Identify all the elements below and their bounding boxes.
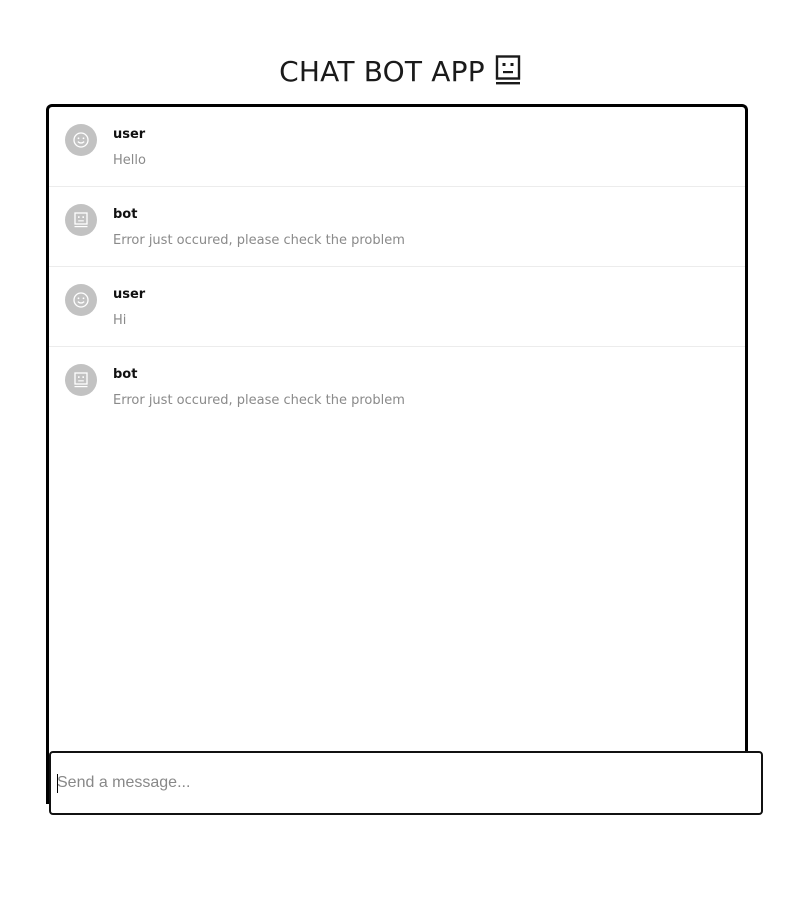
text-cursor — [57, 774, 58, 793]
user-avatar — [65, 124, 97, 156]
chat-bot-page: CHAT BOT APP user Hello bot Error just o… — [0, 0, 800, 900]
message-composer — [49, 751, 763, 815]
message-list: user Hello bot Error just occured, pleas… — [49, 107, 745, 427]
smiley-icon — [73, 292, 89, 308]
message-input[interactable] — [51, 753, 761, 813]
app-title-text: CHAT BOT APP — [279, 54, 485, 88]
message-item: bot Error just occured, please check the… — [49, 187, 745, 267]
robot-icon — [74, 212, 88, 228]
message-text: Error just occured, please check the pro… — [113, 233, 405, 248]
page-title: CHAT BOT APP — [0, 52, 800, 90]
smiley-icon — [73, 132, 89, 148]
message-text: Hello — [113, 153, 146, 168]
message-sender: bot — [113, 367, 138, 382]
message-sender: bot — [113, 207, 138, 222]
message-sender: user — [113, 287, 146, 302]
message-sender: user — [113, 127, 146, 142]
robot-face-icon — [495, 55, 521, 85]
message-item: bot Error just occured, please check the… — [49, 347, 745, 427]
robot-icon — [74, 372, 88, 388]
user-avatar — [65, 284, 97, 316]
message-item: user Hi — [49, 267, 745, 347]
message-text: Error just occured, please check the pro… — [113, 393, 405, 408]
bot-avatar — [65, 204, 97, 236]
bot-avatar — [65, 364, 97, 396]
chat-window: user Hello bot Error just occured, pleas… — [46, 104, 748, 804]
message-text: Hi — [113, 313, 127, 328]
message-item: user Hello — [49, 107, 745, 187]
